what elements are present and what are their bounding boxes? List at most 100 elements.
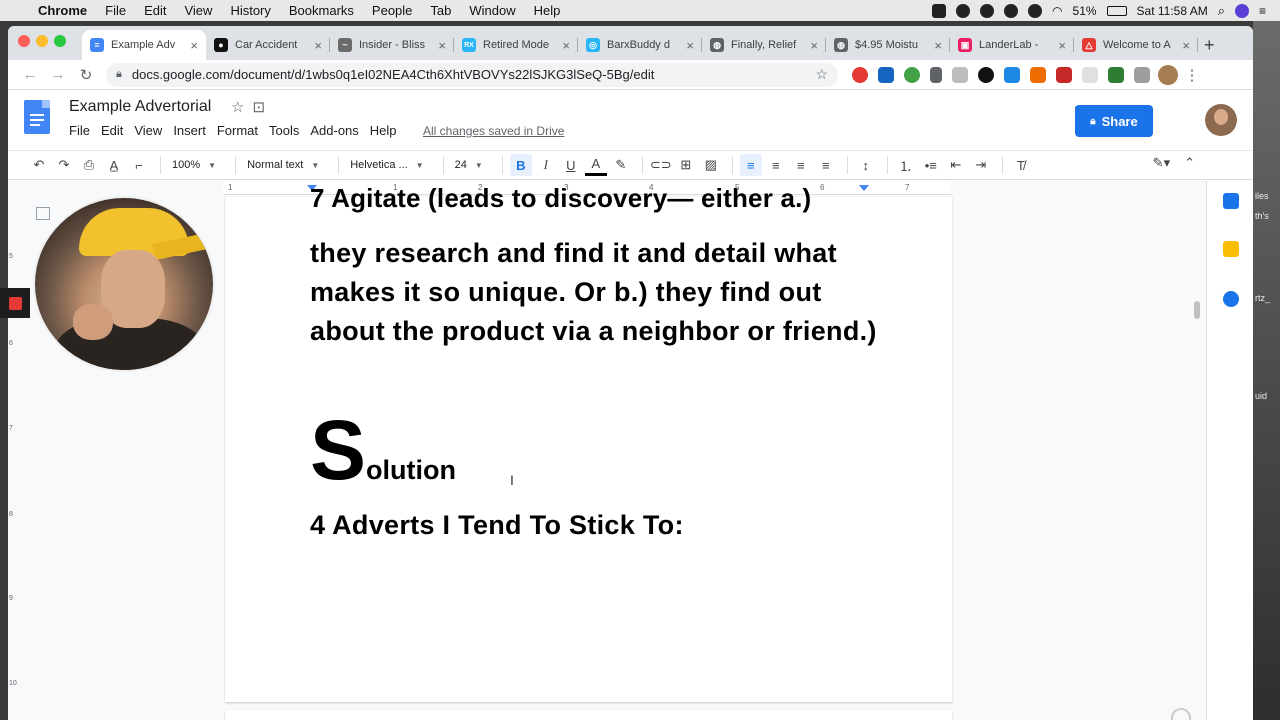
extension-blue-icon[interactable] — [1004, 66, 1020, 83]
openai-icon[interactable] — [1004, 3, 1019, 18]
tab-welcome[interactable]: △ Welcome to A × — [1074, 30, 1198, 60]
extension-adblock-icon[interactable] — [1056, 66, 1072, 83]
tab-retired-mode[interactable]: RX Retired Mode × — [454, 30, 578, 60]
siri-icon[interactable] — [1234, 3, 1249, 18]
tab-car-accident[interactable]: ● Car Accident × — [206, 30, 330, 60]
numbered-list-icon[interactable]: ⒈ — [895, 154, 917, 176]
undo-icon[interactable]: ↶ — [28, 154, 50, 176]
spotlight-search-icon[interactable]: ⌕ — [1218, 3, 1225, 19]
extension-search-icon[interactable] — [1082, 66, 1098, 83]
clock[interactable]: Sat 11:58 AM — [1137, 4, 1208, 18]
cutoff-heading-line[interactable]: 7 Agitate (leads to discovery— either a.… — [310, 183, 811, 214]
evernote-icon[interactable] — [956, 3, 971, 18]
zoom-window-button[interactable] — [54, 35, 66, 47]
lock-icon[interactable]: 🔒︎ — [116, 68, 122, 81]
control-center-icon[interactable]: ≡ — [1259, 4, 1266, 18]
menu-edit[interactable]: Edit — [144, 3, 166, 18]
docs-menu-addons[interactable]: Add-ons — [310, 123, 358, 138]
adverts-heading[interactable]: 4 Adverts I Tend To Stick To: — [310, 510, 684, 541]
close-tab-icon[interactable]: × — [1058, 38, 1066, 53]
paint-format-icon[interactable]: ⌐ — [128, 154, 150, 176]
keep-icon[interactable] — [1223, 241, 1239, 257]
style-select[interactable]: Normal text ▼ — [243, 154, 323, 176]
redo-icon[interactable]: ↷ — [53, 154, 75, 176]
link-icon[interactable]: ⊂⊃ — [650, 154, 672, 176]
bulleted-list-icon[interactable]: •≡ — [920, 154, 942, 176]
document-outline-icon[interactable] — [36, 207, 50, 220]
menu-people[interactable]: People — [372, 3, 412, 18]
screen-record-icon[interactable] — [932, 3, 947, 18]
font-select[interactable]: Helvetica ... ▼ — [346, 154, 427, 176]
zoom-select[interactable]: 100% ▼ — [168, 154, 220, 176]
address-bar[interactable]: 🔒︎ docs.google.com/document/d/1wbs0q1eI0… — [106, 62, 838, 87]
star-icon[interactable]: ☆ — [231, 98, 244, 116]
docs-menu-view[interactable]: View — [134, 123, 162, 138]
docs-menu-insert[interactable]: Insert — [173, 123, 206, 138]
tab-moisture[interactable]: ◍ $4.95 Moistu × — [826, 30, 950, 60]
close-tab-icon[interactable]: × — [438, 38, 446, 53]
menu-bookmarks[interactable]: Bookmarks — [289, 3, 354, 18]
check-circle-icon[interactable] — [980, 3, 995, 18]
profile-avatar[interactable] — [1158, 64, 1178, 85]
extension-red-icon[interactable] — [852, 66, 868, 83]
docs-menu-edit[interactable]: Edit — [101, 123, 123, 138]
save-status[interactable]: All changes saved in Drive — [423, 124, 564, 138]
document-title[interactable]: Example Advertorial — [69, 98, 211, 116]
extension-y-icon[interactable] — [878, 66, 894, 83]
insert-image-icon[interactable]: ▨ — [700, 154, 722, 176]
text-color-icon[interactable]: A — [584, 154, 607, 176]
align-center-icon[interactable]: ≡ — [765, 154, 787, 176]
extension-orange-icon[interactable] — [1030, 66, 1046, 83]
url-text[interactable]: docs.google.com/document/d/1wbs0q1eI02NE… — [132, 67, 816, 82]
align-left-icon[interactable]: ≡ — [739, 154, 762, 176]
extension-green-icon[interactable] — [904, 66, 920, 83]
align-right-icon[interactable]: ≡ — [790, 154, 812, 176]
solution-heading[interactable]: S olution — [310, 408, 456, 492]
menu-file[interactable]: File — [105, 3, 126, 18]
back-arrow-icon[interactable]: ← — [16, 66, 44, 83]
justify-icon[interactable]: ≡ — [815, 154, 837, 176]
tasks-icon[interactable] — [1223, 291, 1239, 307]
tab-barxbuddy[interactable]: ◎ BarxBuddy d × — [578, 30, 702, 60]
forward-arrow-icon[interactable]: → — [44, 66, 72, 83]
menu-tab[interactable]: Tab — [430, 3, 451, 18]
extension-chat-icon[interactable] — [1134, 66, 1150, 83]
menu-app-name[interactable]: Chrome — [38, 3, 87, 18]
battery-icon[interactable] — [1106, 5, 1127, 16]
share-button[interactable]: 🔒︎ Share — [1075, 105, 1153, 137]
battery-percent[interactable]: 51% — [1073, 4, 1097, 18]
user-avatar[interactable] — [1205, 104, 1237, 136]
print-icon[interactable]: ⎙ — [78, 154, 100, 176]
close-tab-icon[interactable]: × — [1182, 38, 1190, 53]
close-window-button[interactable] — [18, 35, 30, 47]
scrollbar-thumb[interactable] — [1194, 301, 1200, 319]
underline-icon[interactable]: U — [560, 154, 582, 176]
tab-finally-relief[interactable]: ◍ Finally, Relief × — [702, 30, 826, 60]
right-indent-marker[interactable] — [859, 185, 869, 191]
eyedropper-icon[interactable] — [930, 66, 942, 83]
menu-window[interactable]: Window — [469, 3, 515, 18]
menu-help[interactable]: Help — [534, 3, 561, 18]
editing-mode-icon[interactable]: ✎▾ — [1153, 155, 1170, 171]
close-tab-icon[interactable]: × — [562, 38, 570, 53]
docs-menu-file[interactable]: File — [69, 123, 90, 138]
highlight-icon[interactable]: ✎ — [610, 154, 632, 176]
italic-icon[interactable]: I — [535, 154, 557, 176]
close-tab-icon[interactable]: × — [934, 38, 942, 53]
add-comment-icon[interactable]: ⊞ — [675, 154, 697, 176]
spellcheck-icon[interactable]: A̲ — [103, 154, 125, 176]
tab-example-advertorial[interactable]: ≡ Example Adv × — [82, 30, 206, 60]
bold-icon[interactable]: B — [509, 154, 532, 176]
minimize-window-button[interactable] — [36, 35, 48, 47]
clear-formatting-icon[interactable]: T̸ — [1010, 154, 1032, 176]
close-tab-icon[interactable]: × — [810, 38, 818, 53]
record-stop-button[interactable] — [0, 288, 30, 318]
sync-icon[interactable] — [1028, 3, 1043, 18]
font-size-select[interactable]: 24 ▼ — [451, 154, 487, 176]
reload-icon[interactable]: ↻ — [72, 66, 100, 84]
chrome-menu-icon[interactable]: ⋮ — [1178, 66, 1206, 84]
close-tab-icon[interactable]: × — [314, 38, 322, 53]
new-tab-button[interactable]: + — [1204, 30, 1215, 60]
wifi-icon[interactable]: ◠ — [1052, 4, 1062, 18]
extension-black-icon[interactable] — [978, 66, 994, 83]
